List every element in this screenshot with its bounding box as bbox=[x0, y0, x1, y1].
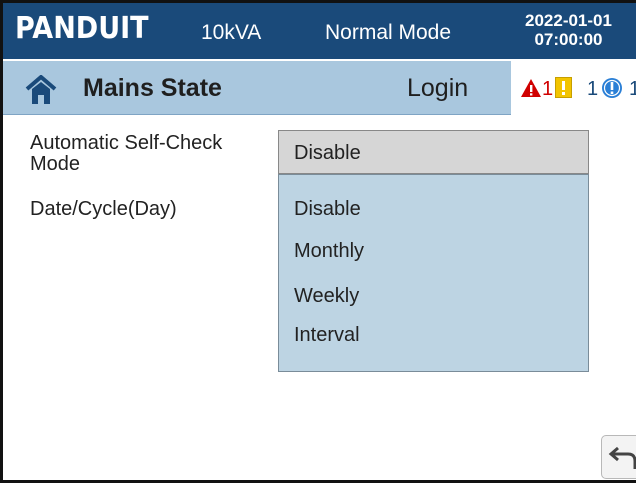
page-title: Mains State bbox=[83, 74, 222, 102]
datetime-display: 2022-01-01 07:00:00 bbox=[525, 11, 612, 49]
date-cycle-label: Date/Cycle(Day) bbox=[30, 198, 177, 220]
sub-header: Mains State Login 1 1 1 bbox=[3, 59, 636, 115]
brand-logo: PANDUIT bbox=[15, 11, 149, 46]
power-rating: 10kVA bbox=[201, 21, 262, 44]
info-alarm-count: 1 bbox=[629, 78, 636, 101]
option-disable[interactable]: Disable bbox=[294, 198, 361, 221]
self-check-mode-label: Automatic Self-Check Mode bbox=[30, 132, 223, 175]
alarm-summary[interactable]: 1 1 1 bbox=[511, 61, 636, 115]
warning-triangle-icon bbox=[521, 79, 541, 97]
critical-alarm-count: 1 bbox=[542, 78, 554, 100]
self-check-mode-dropdown: Disable Monthly Weekly Interval bbox=[278, 174, 589, 372]
option-monthly[interactable]: Monthly bbox=[294, 240, 364, 263]
login-button[interactable]: Login bbox=[407, 74, 468, 103]
option-interval[interactable]: Interval bbox=[294, 324, 360, 347]
exclamation-square-icon bbox=[555, 77, 572, 98]
date-text: 2022-01-01 bbox=[525, 11, 612, 30]
warning-alarm-count: 1 bbox=[587, 78, 599, 100]
self-check-mode-select[interactable]: Disable bbox=[278, 130, 589, 174]
top-header: PANDUIT 10kVA Normal Mode 2022-01-01 07:… bbox=[3, 3, 636, 59]
operating-mode: Normal Mode bbox=[325, 21, 452, 44]
time-text: 07:00:00 bbox=[534, 30, 603, 49]
back-button[interactable] bbox=[601, 435, 636, 479]
back-arrow-icon bbox=[608, 446, 636, 469]
ups-screen: PANDUIT 10kVA Normal Mode 2022-01-01 07:… bbox=[0, 0, 636, 483]
option-weekly[interactable]: Weekly bbox=[294, 285, 359, 308]
info-circle-icon bbox=[602, 78, 622, 98]
home-icon[interactable] bbox=[25, 75, 57, 105]
